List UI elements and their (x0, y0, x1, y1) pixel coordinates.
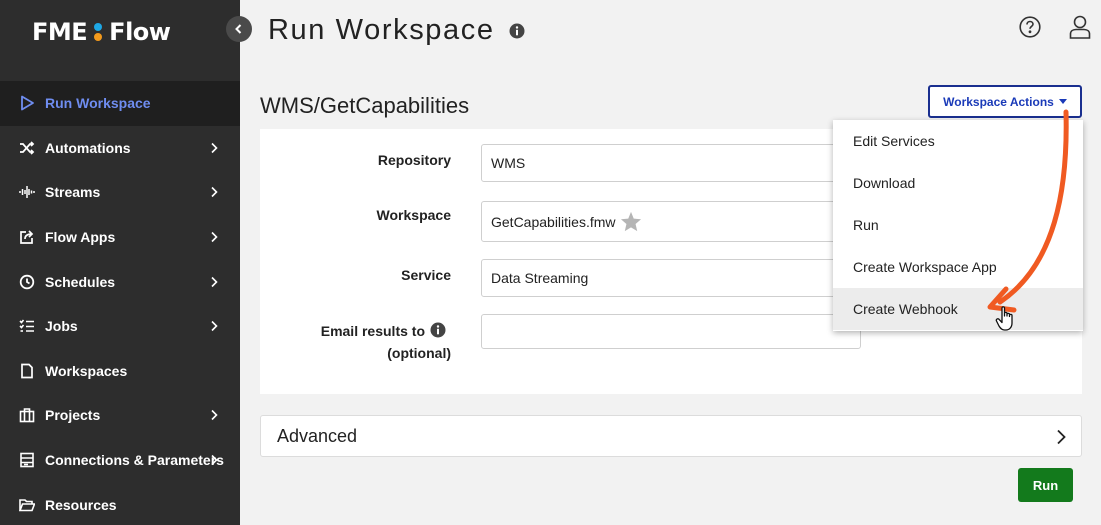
chevron-right-icon (211, 454, 218, 466)
sidebar-item-label: Connections & Parameters (45, 452, 224, 469)
service-value: Data Streaming (491, 270, 589, 286)
briefcase-icon (18, 406, 36, 424)
sidebar-item-schedules[interactable]: Schedules (0, 259, 240, 304)
share-icon (18, 228, 36, 246)
email-label: Email results to (320, 323, 425, 339)
star-icon[interactable] (620, 211, 642, 232)
file-icon (18, 362, 36, 380)
chevron-right-icon (1057, 429, 1066, 445)
sidebar-item-label: Streams (45, 184, 101, 201)
sidebar-item-label: Resources (45, 496, 117, 513)
logo-dots (91, 20, 105, 44)
repository-value: WMS (491, 155, 526, 171)
sidebar-item-label: Jobs (45, 318, 78, 335)
sidebar-item-label: Flow Apps (45, 229, 116, 246)
sidebar-item-workspaces[interactable]: Workspaces (0, 349, 240, 394)
shuffle-icon (18, 139, 36, 157)
chevron-left-icon (235, 24, 242, 34)
chevron-right-icon (211, 232, 218, 243)
sidebar-item-label: Automations (45, 139, 131, 156)
advanced-section-toggle[interactable]: Advanced (260, 415, 1082, 457)
info-icon[interactable] (430, 322, 446, 343)
service-select[interactable]: Data Streaming (481, 259, 861, 297)
waveform-icon (18, 183, 36, 201)
workspace-label: Workspace (376, 207, 451, 223)
sidebar-nav: Run Workspace Automations Streams Flow A… (0, 81, 240, 525)
advanced-label: Advanced (277, 425, 358, 446)
user-icon[interactable] (1069, 15, 1091, 44)
menu-item-run[interactable]: Run (833, 204, 1083, 246)
sidebar: FME Flow Run Workspace Automations Strea… (0, 0, 240, 525)
fme-flow-logo[interactable]: FME Flow (32, 18, 171, 46)
collapse-sidebar-button[interactable] (226, 16, 252, 42)
menu-item-create-webhook[interactable]: Create Webhook (833, 288, 1083, 330)
repository-select[interactable]: WMS (481, 144, 861, 182)
sidebar-item-projects[interactable]: Projects (0, 393, 240, 438)
menu-item-create-workspace-app[interactable]: Create Workspace App (833, 246, 1083, 288)
sidebar-item-run-workspace[interactable]: Run Workspace (0, 81, 240, 126)
help-icon[interactable] (1019, 16, 1041, 43)
sidebar-item-label: Projects (45, 407, 101, 424)
folder-open-icon (18, 496, 36, 514)
chevron-right-icon (211, 276, 218, 287)
menu-item-download[interactable]: Download (833, 162, 1083, 204)
menu-item-edit-services[interactable]: Edit Services (833, 120, 1083, 162)
logo-text-right: Flow (109, 18, 171, 46)
play-icon (18, 94, 36, 112)
server-icon (18, 451, 36, 469)
info-icon[interactable] (509, 23, 525, 44)
chevron-right-icon (211, 321, 218, 332)
repository-label: Repository (377, 152, 451, 168)
chevron-right-icon (211, 187, 218, 198)
workspace-actions-menu: Edit Services Download Run Create Worksp… (833, 120, 1083, 331)
checklist-icon (18, 317, 36, 335)
sidebar-item-label: Run Workspace (45, 95, 151, 112)
email-input[interactable] (481, 314, 861, 349)
email-optional-label: (optional) (387, 345, 451, 361)
sidebar-item-streams[interactable]: Streams (0, 170, 240, 215)
sidebar-item-jobs[interactable]: Jobs (0, 304, 240, 349)
sidebar-item-label: Workspaces (45, 362, 128, 379)
sidebar-item-automations[interactable]: Automations (0, 126, 240, 171)
workspace-title: WMS/GetCapabilities (260, 93, 470, 118)
workspace-actions-label: Workspace Actions (943, 94, 1054, 109)
workspace-value: GetCapabilities.fmw (491, 213, 616, 230)
sidebar-item-label: Schedules (45, 273, 116, 290)
workspace-select[interactable]: GetCapabilities.fmw (481, 201, 861, 242)
service-label: Service (401, 267, 451, 283)
chevron-right-icon (211, 142, 218, 153)
run-button[interactable]: Run (1018, 468, 1073, 502)
logo-text-left: FME (32, 18, 88, 46)
page-title: Run Workspace (268, 14, 495, 46)
clock-icon (18, 273, 36, 291)
sidebar-item-resources[interactable]: Resources (0, 482, 240, 525)
sidebar-item-connections-parameters[interactable]: Connections & Parameters (0, 438, 240, 483)
caret-down-icon (1058, 99, 1067, 104)
workspace-actions-button[interactable]: Workspace Actions (928, 85, 1082, 118)
chevron-right-icon (211, 410, 218, 421)
sidebar-item-flow-apps[interactable]: Flow Apps (0, 215, 240, 260)
